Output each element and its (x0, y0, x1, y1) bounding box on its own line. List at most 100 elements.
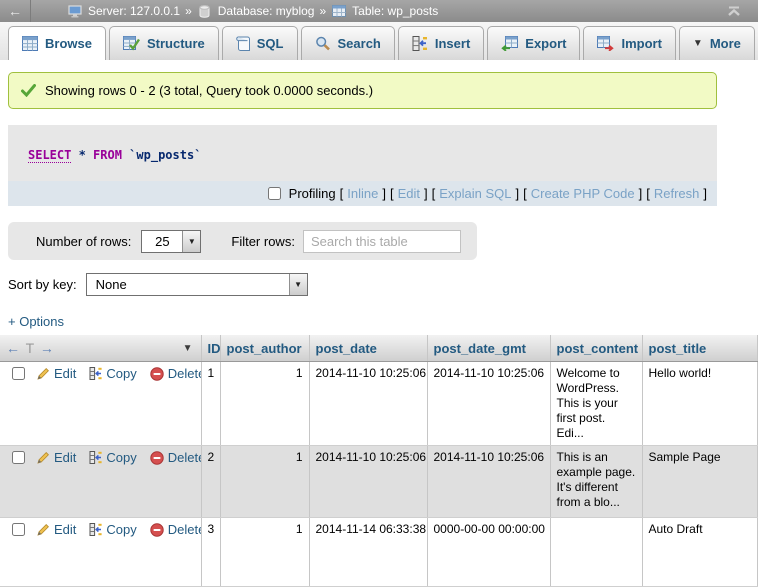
tab-insert[interactable]: Insert (398, 26, 484, 60)
sql-keyword-select[interactable]: SELECT (28, 148, 71, 163)
back-button[interactable]: ← (0, 0, 31, 22)
column-header-post-date: post_date (309, 335, 427, 362)
bracket: [ (390, 186, 394, 201)
cell-id: 2 (201, 446, 220, 518)
row-navigation-header: ← T → ▼ (0, 335, 201, 362)
column-header-post-date-link[interactable]: post_date (316, 341, 377, 356)
delete-row-link[interactable]: Delete (150, 522, 201, 537)
copy-icon (89, 367, 102, 380)
breadcrumb-database[interactable]: Database: myblog (218, 4, 315, 18)
column-options-caret[interactable]: ▼ (183, 343, 193, 354)
bracket: ] (516, 186, 520, 201)
collapse-icon (726, 6, 742, 17)
pencil-icon (37, 367, 50, 380)
nav-left-icon[interactable]: ← (6, 340, 20, 356)
refresh-link[interactable]: Refresh (654, 186, 700, 201)
create-php-code-link[interactable]: Create PHP Code (531, 186, 635, 201)
delete-label: Delete (168, 366, 201, 381)
column-header-post-date-gmt: post_date_gmt (427, 335, 550, 362)
edit-row-link[interactable]: Edit (37, 450, 76, 465)
column-header-post-content-link[interactable]: post_content (557, 341, 639, 356)
breadcrumb-bar: ← Server: 127.0.0.1 » Database: myblog »… (0, 0, 758, 22)
copy-label: Copy (106, 450, 136, 465)
profiling-checkbox[interactable] (268, 187, 281, 200)
column-header-post-title: post_title (642, 335, 758, 362)
bracket: [ (523, 186, 527, 201)
breadcrumb-table[interactable]: Table: wp_posts (352, 4, 438, 18)
tab-more[interactable]: ▼ More (679, 26, 755, 60)
copy-row-link[interactable]: Copy (89, 366, 136, 381)
collapse-button[interactable] (726, 6, 758, 17)
table-row: Edit Copy Delete 3 1 2014-11-14 06:33:38… (0, 518, 758, 587)
number-of-rows-select[interactable]: 25 ▼ (141, 230, 201, 253)
tab-structure-label: Structure (147, 36, 205, 51)
table-row: Edit Copy Delete 2 1 2014-11-10 10:25:06… (0, 446, 758, 518)
nav-t-icon[interactable]: T (26, 340, 35, 356)
edit-row-link[interactable]: Edit (37, 366, 76, 381)
bracket: [ (340, 186, 344, 201)
column-header-post-author-link[interactable]: post_author (227, 341, 302, 356)
structure-icon (123, 36, 140, 51)
row-checkbox[interactable] (12, 523, 25, 536)
cell-post-date-gmt: 0000-00-00 00:00:00 (427, 518, 550, 587)
delete-icon (150, 367, 164, 381)
tab-import[interactable]: Import (583, 26, 675, 60)
tab-sql[interactable]: SQL (222, 26, 298, 60)
tab-insert-label: Insert (435, 36, 470, 51)
sort-by-key-select[interactable]: None ▼ (86, 273, 308, 296)
bracket: [ (432, 186, 436, 201)
sql-star: * (71, 148, 93, 162)
profiling-label: Profiling (289, 186, 336, 201)
chevron-down-icon: ▼ (693, 38, 703, 49)
bracket: ] (424, 186, 428, 201)
tab-structure[interactable]: Structure (109, 26, 219, 60)
tab-search[interactable]: Search (301, 26, 395, 60)
delete-row-link[interactable]: Delete (150, 450, 201, 465)
column-header-post-date-gmt-link[interactable]: post_date_gmt (434, 341, 526, 356)
bracket: [ (646, 186, 650, 201)
tab-export-label: Export (525, 36, 566, 51)
chevron-down-icon: ▼ (182, 231, 200, 252)
filter-rows-input[interactable] (303, 230, 461, 253)
header-row: ← T → ▼ ID post_author post_date post_da… (0, 335, 758, 362)
cell-post-date-gmt: 2014-11-10 10:25:06 (427, 446, 550, 518)
tab-browse[interactable]: Browse (8, 26, 106, 60)
column-header-id: ID (201, 335, 220, 362)
back-arrow-icon: ← (8, 3, 22, 19)
cell-post-content (550, 518, 642, 587)
bracket: ] (703, 186, 707, 201)
search-icon (315, 36, 331, 51)
tab-export[interactable]: Export (487, 26, 580, 60)
options-toggle[interactable]: + Options (8, 314, 64, 329)
cell-post-date-gmt: 2014-11-10 10:25:06 (427, 362, 550, 446)
edit-query-link[interactable]: Edit (398, 186, 420, 201)
column-header-post-content: post_content (550, 335, 642, 362)
table-row: Edit Copy Delete 1 1 2014-11-10 10:25:06… (0, 362, 758, 446)
delete-row-link[interactable]: Delete (150, 366, 201, 381)
tab-search-label: Search (338, 36, 381, 51)
copy-label: Copy (106, 366, 136, 381)
filter-rows-label: Filter rows: (231, 234, 295, 249)
breadcrumb: Server: 127.0.0.1 » Database: myblog » T… (31, 4, 726, 18)
copy-row-link[interactable]: Copy (89, 522, 136, 537)
cell-post-date: 2014-11-10 10:25:06 (309, 446, 427, 518)
row-checkbox[interactable] (12, 367, 25, 380)
column-header-post-title-link[interactable]: post_title (649, 341, 707, 356)
inline-link[interactable]: Inline (347, 186, 378, 201)
delete-icon (150, 451, 164, 465)
copy-row-link[interactable]: Copy (89, 450, 136, 465)
sql-panel: SELECT * FROM `wp_posts` Profiling [ Inl… (8, 125, 717, 206)
browse-icon (22, 36, 38, 51)
row-checkbox[interactable] (12, 451, 25, 464)
sql-toolbar: Profiling [ Inline ] [ Edit ] [ Explain … (8, 181, 717, 206)
server-icon (67, 4, 83, 18)
breadcrumb-server[interactable]: Server: 127.0.0.1 (88, 4, 180, 18)
nav-right-icon[interactable]: → (40, 340, 54, 356)
copy-icon (89, 451, 102, 464)
sort-by-key-label: Sort by key: (8, 277, 77, 292)
tab-import-label: Import (621, 36, 661, 51)
explain-sql-link[interactable]: Explain SQL (439, 186, 511, 201)
edit-row-link[interactable]: Edit (37, 522, 76, 537)
column-header-id-link[interactable]: ID (208, 341, 221, 356)
status-message: Showing rows 0 - 2 (3 total, Query took … (8, 72, 717, 109)
